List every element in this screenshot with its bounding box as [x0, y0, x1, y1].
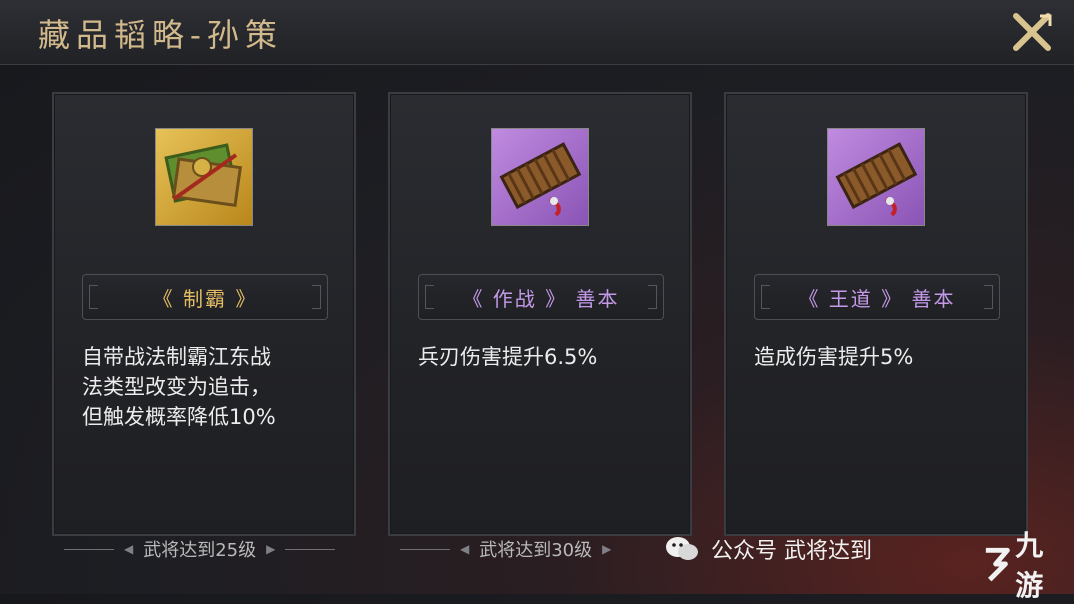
close-button[interactable]: [1010, 12, 1054, 52]
wechat-icon: [666, 537, 698, 560]
tactic-book-purple-icon: [491, 128, 589, 226]
jiuyou-logo-icon: [985, 547, 1010, 582]
tactic-name: 《 作战 》 善本: [418, 274, 664, 320]
brand-text: 九游: [1015, 529, 1044, 602]
tactic-name: 《 制霸 》: [82, 274, 328, 320]
requirement-text: 武将达到30级: [479, 540, 593, 561]
unlock-requirement: ◀ 武将达到30级 ▶: [400, 536, 611, 562]
tactic-description: 自带战法制霸江东战 法类型改变为追击， 但触发概率降低10%: [82, 345, 276, 429]
watermark-text: 公众号 武将达到: [711, 539, 872, 564]
tactic-name: 《 王道 》 善本: [754, 274, 1000, 320]
divider-arrow-icon: ▶: [266, 542, 276, 556]
tactic-card-2[interactable]: 《 作战 》 善本 兵刃伤害提升6.5%: [388, 92, 692, 536]
divider-arrow-icon: ◀: [460, 542, 470, 556]
tactic-book-gold-icon: [155, 128, 253, 226]
divider-arrow-icon: ◀: [124, 542, 134, 556]
unlock-requirement: ◀ 武将达到25级 ▶: [64, 536, 336, 562]
requirement-text: 武将达到25级: [143, 540, 257, 561]
tactic-description: 造成伤害提升5%: [754, 345, 914, 369]
wechat-watermark: 公众号 武将达到: [665, 533, 872, 565]
divider-line: [64, 548, 114, 550]
tactic-description: 兵刃伤害提升6.5%: [418, 345, 598, 369]
tactic-card-1[interactable]: 《 制霸 》 自带战法制霸江东战 法类型改变为追击， 但触发概率降低10%: [52, 92, 356, 536]
page-title: 藏品韬略-孙策: [38, 16, 283, 54]
tactic-card-3[interactable]: 《 王道 》 善本 造成伤害提升5%: [724, 92, 1028, 536]
divider-line: [400, 548, 450, 550]
tactic-book-purple-icon: [827, 128, 925, 226]
close-x-icon: [1013, 13, 1052, 51]
divider-arrow-icon: ▶: [602, 542, 612, 556]
divider-line: [285, 548, 336, 550]
jiuyou-logo: 九游: [980, 529, 1070, 602]
title-bar: 藏品韬略-孙策: [0, 0, 1074, 65]
